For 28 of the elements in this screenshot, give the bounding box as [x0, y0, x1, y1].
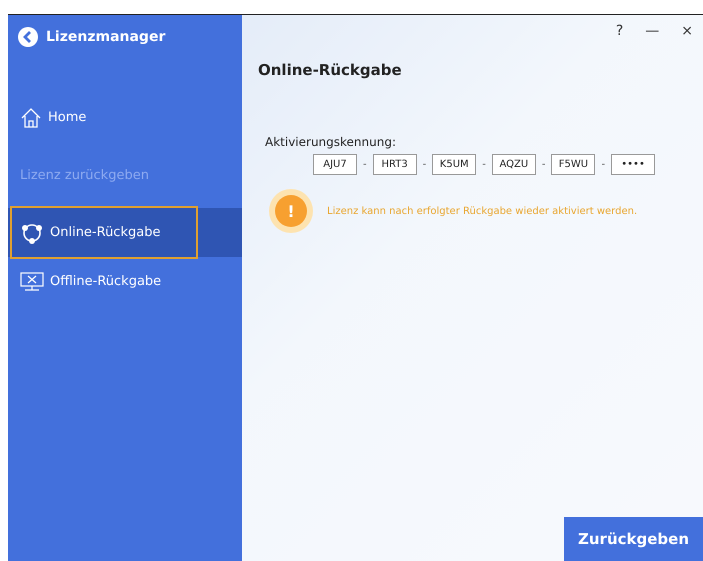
window-control[interactable]: × [681, 23, 693, 39]
field-label: Aktivierungskennung: [265, 135, 398, 149]
separator: - [482, 159, 486, 170]
connected-nodes-icon [20, 222, 44, 244]
window-control[interactable]: — [645, 23, 660, 39]
notice-text: Lizenz kann nach erfolgter Rückgabe wieder aktiviert werden. [327, 206, 638, 216]
separator: - [542, 159, 546, 170]
code-field[interactable]: •••• [611, 154, 656, 175]
code-field[interactable]: HRT3 [372, 154, 417, 175]
sidebar-item[interactable]: Home [8, 93, 242, 142]
app-title: Lizenzmanager [46, 28, 166, 44]
separator: - [601, 159, 606, 170]
sidebar-item[interactable]: Online-Rückgabe [8, 208, 242, 257]
page-heading: Online-Rückgabe [258, 61, 403, 79]
return-button[interactable]: Zurückgeben [564, 517, 703, 561]
monitor-icon [20, 272, 44, 292]
code-field[interactable]: AJU7 [313, 154, 357, 175]
sidebar-item[interactable]: Offline-Rückgabe [8, 257, 242, 306]
separator: - [422, 159, 426, 170]
home-icon [20, 106, 42, 128]
warning-icon: ! [269, 189, 313, 233]
separator: - [363, 159, 367, 170]
back-icon[interactable] [18, 26, 38, 46]
window-control[interactable]: ? [616, 23, 624, 39]
sidebar-section-label: Lizenz zurückgeben [19, 166, 150, 184]
code-field[interactable]: K5UM [432, 154, 476, 175]
code-field[interactable]: F5WU [551, 154, 596, 175]
code-field[interactable]: AQZU [492, 154, 536, 175]
